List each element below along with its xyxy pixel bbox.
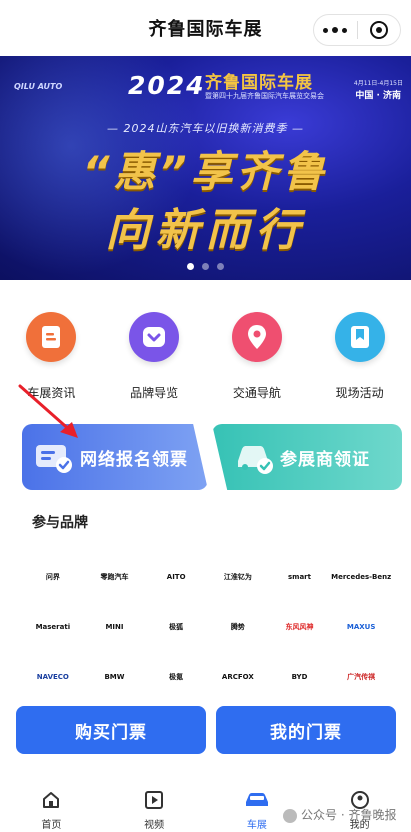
tab-home[interactable]: 首页 [0, 776, 103, 832]
quick-link-navigation[interactable]: 交通导航 [206, 312, 309, 412]
brand-logo[interactable]: 极狐 [145, 602, 207, 652]
my-tickets-button[interactable]: 我的门票 [216, 706, 396, 754]
brands-section-title: 参与品牌 [32, 515, 88, 531]
online-registration-label: 网络报名领票 [80, 449, 188, 470]
brand-logo[interactable]: NAVECO [22, 652, 84, 702]
banner-pagination [0, 263, 411, 270]
banner-headline-2: 向新而行 [105, 205, 306, 256]
brand-logo-grid: 问界 零跑汽车 AITO 江淮钇为 smart Mercedes-Benz Ma… [22, 552, 392, 702]
brand-logo[interactable]: 问界 [22, 552, 84, 602]
banner-subtitle: 暨第四十九届齐鲁国际汽车展览交易会 [205, 92, 324, 100]
banner-dot[interactable] [187, 263, 194, 270]
home-icon [43, 792, 60, 808]
brand-logo[interactable]: AITO [145, 552, 207, 602]
quick-link-label: 交通导航 [232, 386, 281, 400]
quick-link-label: 现场活动 [335, 386, 384, 400]
brand-logo[interactable]: 零跑汽车 [84, 552, 146, 602]
bottom-tab-bar: 首页 视频 车展 我的 [0, 776, 411, 832]
hero-banner[interactable]: QILU AUTO 2024 齐鲁国际车展 暨第四十九届齐鲁国际汽车展览交易会 … [0, 56, 411, 280]
quick-link-activities[interactable]: 现场活动 [308, 312, 411, 412]
brand-logo[interactable]: ARCFOX [207, 652, 269, 702]
tab-autoshow[interactable]: 车展 [206, 776, 309, 832]
mini-program-capsule [313, 14, 401, 46]
brand-logo[interactable]: 广汽传祺 [330, 652, 392, 702]
brand-logo[interactable]: 腾势 [207, 602, 269, 652]
tab-label: 首页 [41, 820, 62, 831]
banner-tagline: — 2024山东汽车以旧换新消费季 — [107, 122, 304, 135]
document-icon [26, 312, 77, 362]
page-title: 齐鲁国际车展 [148, 19, 263, 40]
play-icon [145, 791, 164, 809]
brand-logo[interactable]: 江淮钇为 [207, 552, 269, 602]
brand-logo[interactable]: MAXUS [330, 602, 392, 652]
exhibitor-pass-card[interactable]: 参展商领证 [212, 424, 402, 490]
car-check-icon [238, 446, 273, 474]
brand-logo[interactable]: 东风风神 [269, 602, 331, 652]
watermark: 公众号 · 齐鲁晚报 [283, 806, 396, 823]
brand-logo[interactable]: BMW [84, 652, 146, 702]
tab-mine[interactable]: 我的 [308, 776, 411, 832]
banner-headline-1: “惠”享齐鲁 [82, 147, 329, 196]
annotation-arrow-icon [18, 384, 78, 438]
brand-logo[interactable]: Mercedes-Benz [330, 552, 392, 602]
bookmark-star-icon [334, 312, 385, 362]
tab-label: 车展 [246, 820, 267, 831]
banner-location: 中国 · 济南 [355, 91, 401, 101]
quick-link-label: 品牌导览 [130, 386, 179, 400]
brand-logo[interactable]: BYD [269, 652, 331, 702]
car-icon [245, 793, 268, 806]
banner-show-name: 齐鲁国际车展 [205, 73, 313, 93]
brand-logo[interactable]: Maserati [22, 602, 84, 652]
app-header: 齐鲁国际车展 [0, 0, 411, 56]
tab-video[interactable]: 视频 [103, 776, 206, 832]
banner-date: 4月11日-4月15日 [353, 80, 403, 87]
banner-dot[interactable] [202, 263, 209, 270]
brand-logo[interactable]: MINI [84, 602, 146, 652]
banner-logo: QILU AUTO [14, 82, 63, 91]
watermark-text: 公众号 · 齐鲁晚报 [301, 808, 397, 822]
location-pin-icon [231, 312, 282, 362]
wechat-icon [283, 808, 297, 823]
more-options-icon[interactable] [314, 27, 357, 33]
brand-logo[interactable]: smart [269, 552, 331, 602]
close-target-icon[interactable] [358, 21, 401, 39]
tab-label: 视频 [144, 820, 165, 831]
banner-year: 2024 [128, 71, 206, 100]
quick-link-brands[interactable]: 品牌导览 [103, 312, 206, 412]
brand-logo[interactable]: 极氪 [145, 652, 207, 702]
heart-shield-icon [129, 312, 180, 362]
buy-ticket-button[interactable]: 购买门票 [16, 706, 206, 754]
banner-dot[interactable] [217, 263, 224, 270]
exhibitor-pass-label: 参展商领证 [280, 449, 370, 470]
